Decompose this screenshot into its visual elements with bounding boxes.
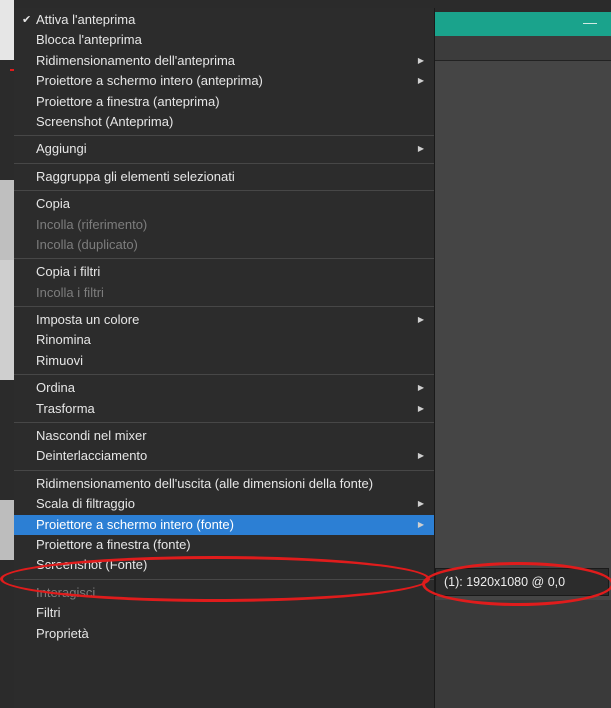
window-titlebar: — [435, 12, 611, 36]
menu-item-label: Aggiungi [36, 141, 87, 157]
menu-item[interactable]: Filtri [14, 603, 434, 623]
menu-separator [14, 422, 434, 424]
minimize-button[interactable]: — [583, 14, 597, 30]
menu-item[interactable]: Nascondi nel mixer [14, 426, 434, 446]
menu-item-label: Filtri [36, 605, 61, 621]
background-left-edge [0, 0, 14, 708]
menu-item-label: Scala di filtraggio [36, 496, 135, 512]
menu-item-label: Copia i filtri [36, 264, 101, 280]
menu-item[interactable]: Screenshot (Anteprima) [14, 112, 434, 132]
menu-item-label: Interagisci [36, 584, 96, 600]
menu-item-label: Ordina [36, 380, 76, 396]
menu-item-label: Rimuovi [36, 352, 83, 368]
menu-separator [14, 578, 434, 580]
menu-separator [14, 162, 434, 164]
menu-item[interactable]: Trasforma ▶ [14, 399, 434, 419]
menu-item: Incolla (riferimento) [14, 215, 434, 235]
menu-item[interactable]: Rinomina [14, 330, 434, 350]
menu-item[interactable]: Proiettore a finestra (anteprima) [14, 92, 434, 112]
menu-item-label: Proiettore a schermo intero (fonte) [36, 516, 234, 532]
menu-item-label: Raggruppa gli elementi selezionati [36, 168, 235, 184]
submenu-item-label: (1): 1920x1080 @ 0,0 [444, 575, 566, 589]
menu-item[interactable]: ✔ Attiva l'anteprima [14, 10, 434, 30]
menu-item-label: Rinomina [36, 332, 91, 348]
menu-separator [14, 374, 434, 376]
submenu-display-option[interactable]: (1): 1920x1080 @ 0,0 [435, 568, 609, 596]
menu-item-label: Proiettore a finestra (fonte) [36, 536, 191, 552]
chevron-right-icon: ▶ [417, 403, 424, 413]
menu-item[interactable]: Copia [14, 194, 434, 214]
menu-item-label: Ridimensionamento dell'uscita (alle dime… [36, 475, 374, 491]
menu-item[interactable]: Raggruppa gli elementi selezionati [14, 167, 434, 187]
menu-item[interactable]: Copia i filtri [14, 262, 434, 282]
menu-item[interactable]: Blocca l'anteprima [14, 30, 434, 50]
menu-item-label: Ridimensionamento dell'anteprima [36, 52, 236, 68]
menu-item-label: Proiettore a finestra (anteprima) [36, 93, 220, 109]
menu-item-label: Deinterlacciamento [36, 448, 148, 464]
menu-item-label: Screenshot (Fonte) [36, 557, 148, 573]
chevron-right-icon: ▶ [417, 315, 424, 325]
menu-item-label: Attiva l'anteprima [36, 12, 136, 27]
menu-item-label: Proiettore a schermo intero (anteprima) [36, 73, 263, 89]
menu-item[interactable]: Proiettore a schermo intero (fonte) ▶ [14, 514, 434, 535]
menu-item[interactable]: Rimuovi [14, 351, 434, 371]
chevron-right-icon: ▶ [417, 519, 424, 529]
menu-item[interactable]: Screenshot (Fonte) [14, 555, 434, 575]
context-menu: ✔ Attiva l'anteprima Blocca l'anteprima Rid… [14, 8, 435, 708]
menu-item-label: Imposta un colore [36, 312, 140, 328]
menu-separator [14, 469, 434, 471]
menu-item: Incolla (duplicato) [14, 235, 434, 255]
menu-item[interactable]: Scala di filtraggio ▶ [14, 494, 434, 514]
menu-item-label: Incolla (duplicato) [36, 236, 138, 252]
chevron-right-icon: ▶ [417, 383, 424, 393]
chevron-right-icon: ▶ [417, 55, 424, 65]
dock-panel [435, 600, 611, 708]
window-toolbar [435, 36, 611, 61]
menu-separator [14, 135, 434, 137]
chevron-right-icon: ▶ [417, 451, 424, 461]
menu-separator [14, 258, 434, 260]
menu-item[interactable]: Proprietà [14, 624, 434, 644]
chevron-right-icon: ▶ [417, 499, 424, 509]
menu-item[interactable]: Aggiungi ▶ [14, 139, 434, 159]
menu-item[interactable]: Ridimensionamento dell'anteprima ▶ [14, 51, 434, 71]
menu-item-label: Trasforma [36, 400, 95, 416]
menu-item: Incolla i filtri [14, 283, 434, 303]
menu-item-label: Proprietà [36, 625, 89, 641]
menu-item[interactable]: Ridimensionamento dell'uscita (alle dime… [14, 474, 434, 494]
chevron-right-icon: ▶ [417, 76, 424, 86]
menu-item[interactable]: Imposta un colore ▶ [14, 310, 434, 330]
menu-item[interactable]: Deinterlacciamento ▶ [14, 446, 434, 466]
menu-item-label: Incolla i filtri [36, 284, 104, 300]
check-icon: ✔ [22, 14, 32, 26]
menu-item: Interagisci [14, 583, 434, 603]
menu-item-label: Incolla (riferimento) [36, 216, 148, 232]
chevron-right-icon: ▶ [417, 144, 424, 154]
menu-separator [14, 306, 434, 308]
menu-item[interactable]: Proiettore a finestra (fonte) [14, 535, 434, 555]
menu-item[interactable]: Ordina ▶ [14, 378, 434, 398]
menu-item-label: Screenshot (Anteprima) [36, 113, 174, 129]
menu-separator [14, 190, 434, 192]
menu-item-label: Copia [36, 196, 70, 212]
menu-item[interactable]: Proiettore a schermo intero (anteprima) ▶ [14, 71, 434, 91]
menu-item-label: Nascondi nel mixer [36, 428, 147, 444]
menu-item-label: Blocca l'anteprima [36, 32, 142, 48]
